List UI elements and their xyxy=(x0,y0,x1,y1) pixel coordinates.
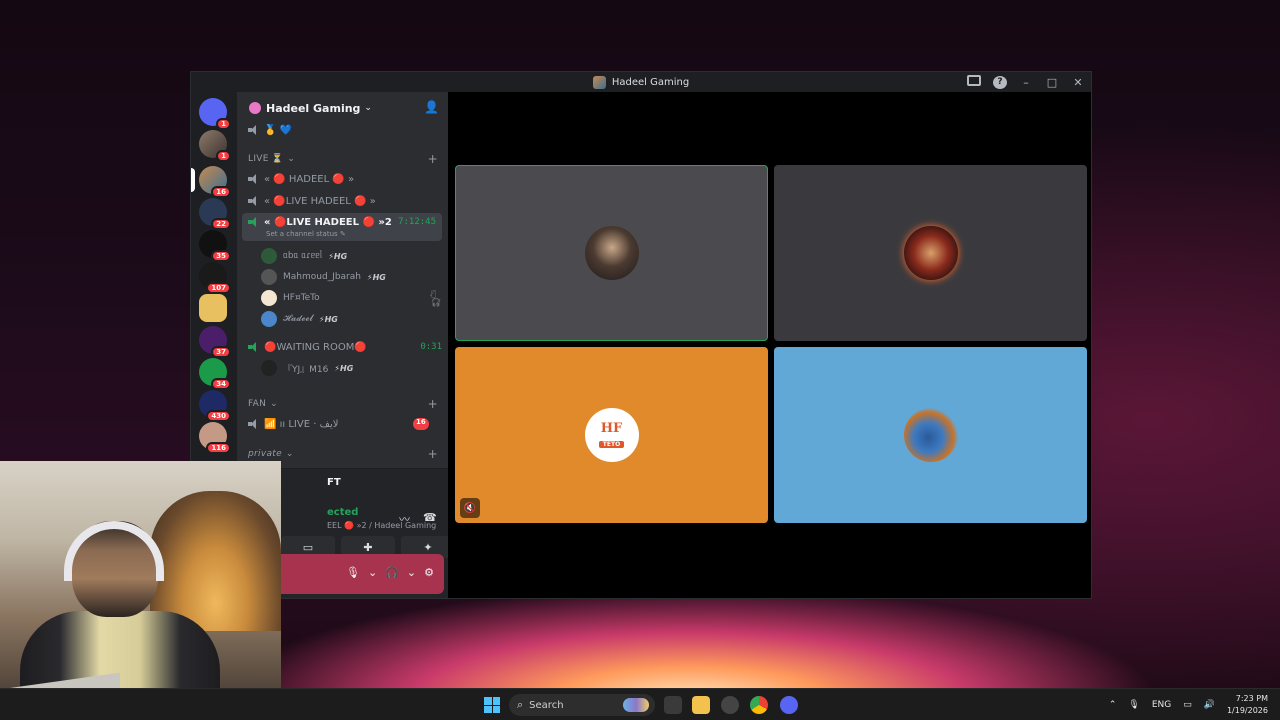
voice-connected-label: ected xyxy=(327,507,359,518)
chevron-up-icon[interactable]: ⌃ xyxy=(1109,700,1117,710)
channel-item[interactable]: 🥇 💙 xyxy=(237,120,448,140)
guild-icon xyxy=(249,102,261,114)
taskbar: ⌕ Search ⌃ 🎙 ENG ▭ 🔊 7:23 PM 1/19/2026 xyxy=(0,688,1280,720)
system-tray: ⌃ 🎙 ENG ▭ 🔊 7:23 PM 1/19/2026 xyxy=(1109,689,1268,720)
headphones-image xyxy=(64,521,164,581)
participant-tile[interactable] xyxy=(774,165,1087,341)
network-icon[interactable]: ▭ xyxy=(1183,700,1192,710)
taskbar-search[interactable]: ⌕ Search xyxy=(509,694,655,716)
muted-icon: 🎙̸ 🎧̸ xyxy=(431,289,441,307)
windows-start-icon[interactable] xyxy=(484,697,500,713)
deafened-icon: 🔇 xyxy=(460,498,480,518)
server-icon[interactable]: 34 xyxy=(199,358,231,390)
voice-user[interactable]: Mahmoud_Jbarah ⚡HG xyxy=(261,268,386,286)
channel-timer: 0:31 xyxy=(420,342,442,352)
discord-window: Hadeel Gaming ? – □ ✕ 1 1 16 22 35 107 3… xyxy=(190,71,1092,599)
category-live[interactable]: LIVE ⏳ ⌄ + xyxy=(237,149,448,169)
direct-messages-icon[interactable]: 1 xyxy=(199,98,231,130)
noise-suppression-icon[interactable]: 〰 xyxy=(399,511,410,527)
speaker-icon xyxy=(248,125,260,135)
maximize-button[interactable]: □ xyxy=(1045,76,1059,89)
server-icon[interactable]: 430 xyxy=(199,390,231,422)
title-bar: Hadeel Gaming ? – □ ✕ xyxy=(191,72,1091,92)
voice-user[interactable]: HF¤TeTo 🎙̸ 🎧̸ xyxy=(261,289,441,307)
window-title: Hadeel Gaming xyxy=(611,76,690,88)
server-icon[interactable]: 116 xyxy=(199,422,231,454)
clock[interactable]: 7:23 PM 1/19/2026 xyxy=(1227,693,1268,717)
voice-channel[interactable]: « 🔴LIVE HADEEL 🔴 » xyxy=(237,191,448,211)
add-channel-icon[interactable]: + xyxy=(428,152,438,166)
participant-tile-speaking[interactable] xyxy=(455,165,768,341)
voice-channel[interactable]: 🔴WAITING ROOM🔴 0:31 xyxy=(237,337,448,357)
participant-tile[interactable]: HF TETO 🔇 xyxy=(455,347,768,523)
file-explorer-icon[interactable] xyxy=(692,696,710,714)
voice-stage: HF TETO 🔇 xyxy=(448,92,1091,598)
chrome-icon[interactable] xyxy=(750,696,768,714)
chevron-down-icon[interactable]: ⌄ xyxy=(407,566,416,579)
category-fan[interactable]: FAN ⌄ + xyxy=(237,394,448,414)
chevron-down-icon: ⌄ xyxy=(287,154,296,164)
avatar xyxy=(903,226,958,280)
avatar xyxy=(261,290,277,306)
chevron-down-icon: ⌄ xyxy=(364,103,372,113)
mention-badge: 16 xyxy=(413,418,429,430)
inbox-icon[interactable] xyxy=(967,75,981,89)
microphone-icon[interactable]: 🎙 xyxy=(346,566,360,579)
avatar xyxy=(261,269,277,285)
speaker-icon xyxy=(248,174,260,184)
chevron-down-icon[interactable]: ⌄ xyxy=(368,566,377,579)
task-view-icon[interactable] xyxy=(664,696,682,714)
search-icon: ⌕ xyxy=(517,698,524,711)
server-icon[interactable]: 37 xyxy=(199,326,231,358)
voice-user[interactable]: 『YJ』M16 ⚡HG xyxy=(261,359,353,377)
avatar xyxy=(584,226,639,280)
voice-user[interactable]: 𝓗𝓪𝓭𝓮𝓮𝓵 ⚡HG xyxy=(261,310,338,328)
server-icon[interactable]: 35 xyxy=(199,230,231,262)
server-icon[interactable] xyxy=(199,294,227,322)
disconnect-icon[interactable]: ☎ xyxy=(423,511,437,524)
guild-name: Hadeel Gaming xyxy=(266,101,361,115)
avatar xyxy=(261,311,277,327)
voice-user[interactable]: ᥲbᥲ ᥲɾᥱᥱᥣ ⚡HG xyxy=(261,247,347,265)
add-member-icon[interactable]: 👤 xyxy=(424,100,439,114)
channel-timer: 7:12:45 xyxy=(398,217,436,227)
megaphone-icon xyxy=(248,419,260,429)
server-avatar-icon xyxy=(592,75,606,89)
chevron-down-icon: ⌄ xyxy=(285,449,294,459)
avatar xyxy=(261,360,277,376)
add-channel-icon[interactable]: + xyxy=(428,397,438,411)
avatar xyxy=(903,408,958,462)
speaker-icon xyxy=(248,217,260,227)
help-icon[interactable]: ? xyxy=(993,75,1007,89)
headphones-icon[interactable]: 🎧 xyxy=(385,566,399,579)
language-indicator[interactable]: ENG xyxy=(1152,700,1171,710)
add-channel-icon[interactable]: + xyxy=(428,447,438,461)
server-icon-active[interactable]: 16 xyxy=(191,166,231,198)
voice-channel-sub[interactable]: EEL 🔴 »2 / Hadeel Gaming xyxy=(327,521,436,530)
chevron-down-icon: ⌄ xyxy=(270,399,278,409)
server-icon[interactable]: 22 xyxy=(199,198,231,230)
channel-status[interactable]: Set a channel status ✎ xyxy=(266,230,346,238)
microphone-icon[interactable]: 🎙 xyxy=(1128,700,1139,710)
participant-tile[interactable] xyxy=(774,347,1087,523)
server-icon[interactable]: 1 xyxy=(199,130,231,162)
avatar: HF TETO xyxy=(584,408,639,462)
discord-icon[interactable] xyxy=(780,696,798,714)
minimize-button[interactable]: – xyxy=(1019,76,1033,89)
speaker-icon xyxy=(248,196,260,206)
speaker-icon xyxy=(248,342,260,352)
app-icon[interactable] xyxy=(721,696,739,714)
server-icon[interactable]: 107 xyxy=(199,262,231,294)
settings-gear-icon[interactable]: ⚙ xyxy=(424,566,434,579)
volume-icon[interactable]: 🔊 xyxy=(1204,700,1215,710)
announcement-channel[interactable]: 📶 ıı LIVE · لايف 16 xyxy=(237,414,448,434)
avatar xyxy=(261,248,277,264)
webcam-overlay xyxy=(0,461,281,720)
voice-channel[interactable]: « 🔴 HADEEL 🔴 » xyxy=(237,169,448,189)
close-button[interactable]: ✕ xyxy=(1071,76,1085,89)
voice-channel-active[interactable]: « 🔴LIVE HADEEL 🔴 »2 7:12:45 Set a channe… xyxy=(242,213,442,241)
